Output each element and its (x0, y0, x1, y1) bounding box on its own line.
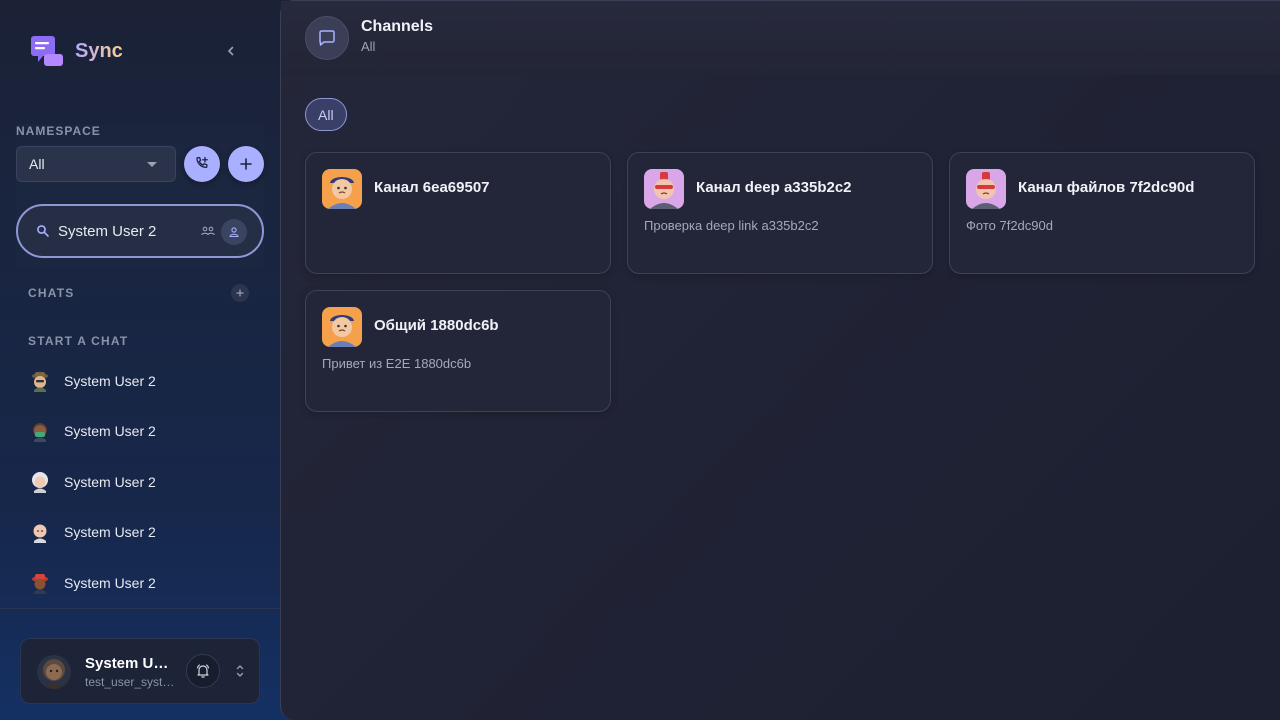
chat-bubbles-logo-icon (30, 34, 64, 68)
channel-title: Канал 6ea69507 (374, 179, 490, 196)
group-icon[interactable] (200, 224, 216, 238)
channel-card[interactable]: Общий 1880dc6b Привет из E2E 1880dc6b (305, 290, 611, 412)
channel-avatar (644, 169, 684, 209)
channel-avatar (322, 169, 362, 209)
page-title: Channels (361, 18, 434, 35)
list-item[interactable]: System User 2 (0, 507, 280, 557)
user-name: System User 2 (64, 474, 156, 490)
channel-last-message: Проверка deep link a335b2c2 (644, 218, 819, 233)
sidebar-divider (0, 608, 280, 609)
channel-card[interactable]: Канал deep a335b2c2 Проверка deep link a… (627, 152, 933, 274)
list-item[interactable]: System User 2 (0, 406, 280, 456)
expand-profile-icon[interactable] (233, 663, 247, 679)
plus-icon (236, 289, 244, 297)
profile-card[interactable]: System User 2 test_user_system_2 (20, 638, 260, 704)
namespace-value: All (29, 156, 45, 172)
channels-header: Channels All (281, 1, 1280, 75)
notifications-button[interactable] (186, 654, 220, 688)
search-box (16, 204, 264, 258)
search-icon (37, 225, 49, 237)
collapse-sidebar-icon[interactable] (222, 42, 240, 60)
channel-avatar (322, 307, 362, 347)
namespace-label: NAMESPACE (16, 124, 101, 138)
user-avatar-mask-icon (33, 423, 47, 442)
list-item[interactable]: System User 2 (0, 558, 280, 608)
channel-message-icon (305, 16, 349, 60)
add-button[interactable] (228, 146, 264, 182)
sidebar: Sync NAMESPACE All System User 2 CHATS S… (0, 0, 280, 720)
add-chat-button[interactable] (231, 284, 249, 302)
list-item[interactable]: System User 2 (0, 356, 280, 406)
user-icon (229, 227, 239, 238)
namespace-panel: NAMESPACE All (16, 124, 264, 266)
user-name: System User 2 (64, 575, 156, 591)
chats-section-label: CHATS (28, 286, 75, 300)
channel-title: Общий 1880dc6b (374, 317, 499, 334)
filter-chip-all[interactable]: All (305, 98, 347, 131)
add-call-button[interactable] (184, 146, 220, 182)
user-avatar-red-hat-icon (32, 574, 48, 594)
channel-card[interactable]: Канал файлов 7f2dc90d Фото 7f2dc90d (949, 152, 1255, 274)
logo-row: Sync (30, 34, 250, 68)
bell-icon (196, 664, 210, 678)
user-avatar-bald-icon (33, 524, 47, 543)
list-item[interactable]: System User 2 (0, 457, 280, 507)
user-name: System User 2 (64, 373, 156, 389)
profile-name: System User 2 (85, 655, 175, 672)
channel-title: Канал deep a335b2c2 (696, 179, 852, 196)
page-subtitle: All (361, 39, 376, 54)
user-name: System User 2 (64, 524, 156, 540)
channel-avatar (966, 169, 1006, 209)
channel-last-message: Привет из E2E 1880dc6b (322, 356, 472, 371)
profile-avatar (37, 655, 71, 689)
start-chat-section-label: START A CHAT (28, 334, 129, 348)
channel-card[interactable]: Канал 6ea69507 (305, 152, 611, 274)
phone-plus-icon (196, 156, 208, 169)
user-avatar-white-hair-icon (32, 472, 48, 493)
user-name: System User 2 (64, 423, 156, 439)
namespace-select[interactable]: All (16, 146, 176, 182)
caret-down-icon (147, 162, 157, 167)
plus-icon (240, 158, 252, 170)
main-panel: Channels All All Канал 6ea69507 Канал de… (280, 0, 1280, 720)
app-name: Sync (75, 39, 123, 62)
user-filter-button[interactable] (221, 219, 247, 245)
search-input[interactable] (58, 220, 188, 242)
channel-title: Канал файлов 7f2dc90d (1018, 179, 1195, 196)
profile-handle: test_user_system_2 (85, 675, 175, 689)
user-avatar-hat-icon (32, 372, 48, 392)
channel-last-message: Фото 7f2dc90d (966, 218, 1053, 233)
